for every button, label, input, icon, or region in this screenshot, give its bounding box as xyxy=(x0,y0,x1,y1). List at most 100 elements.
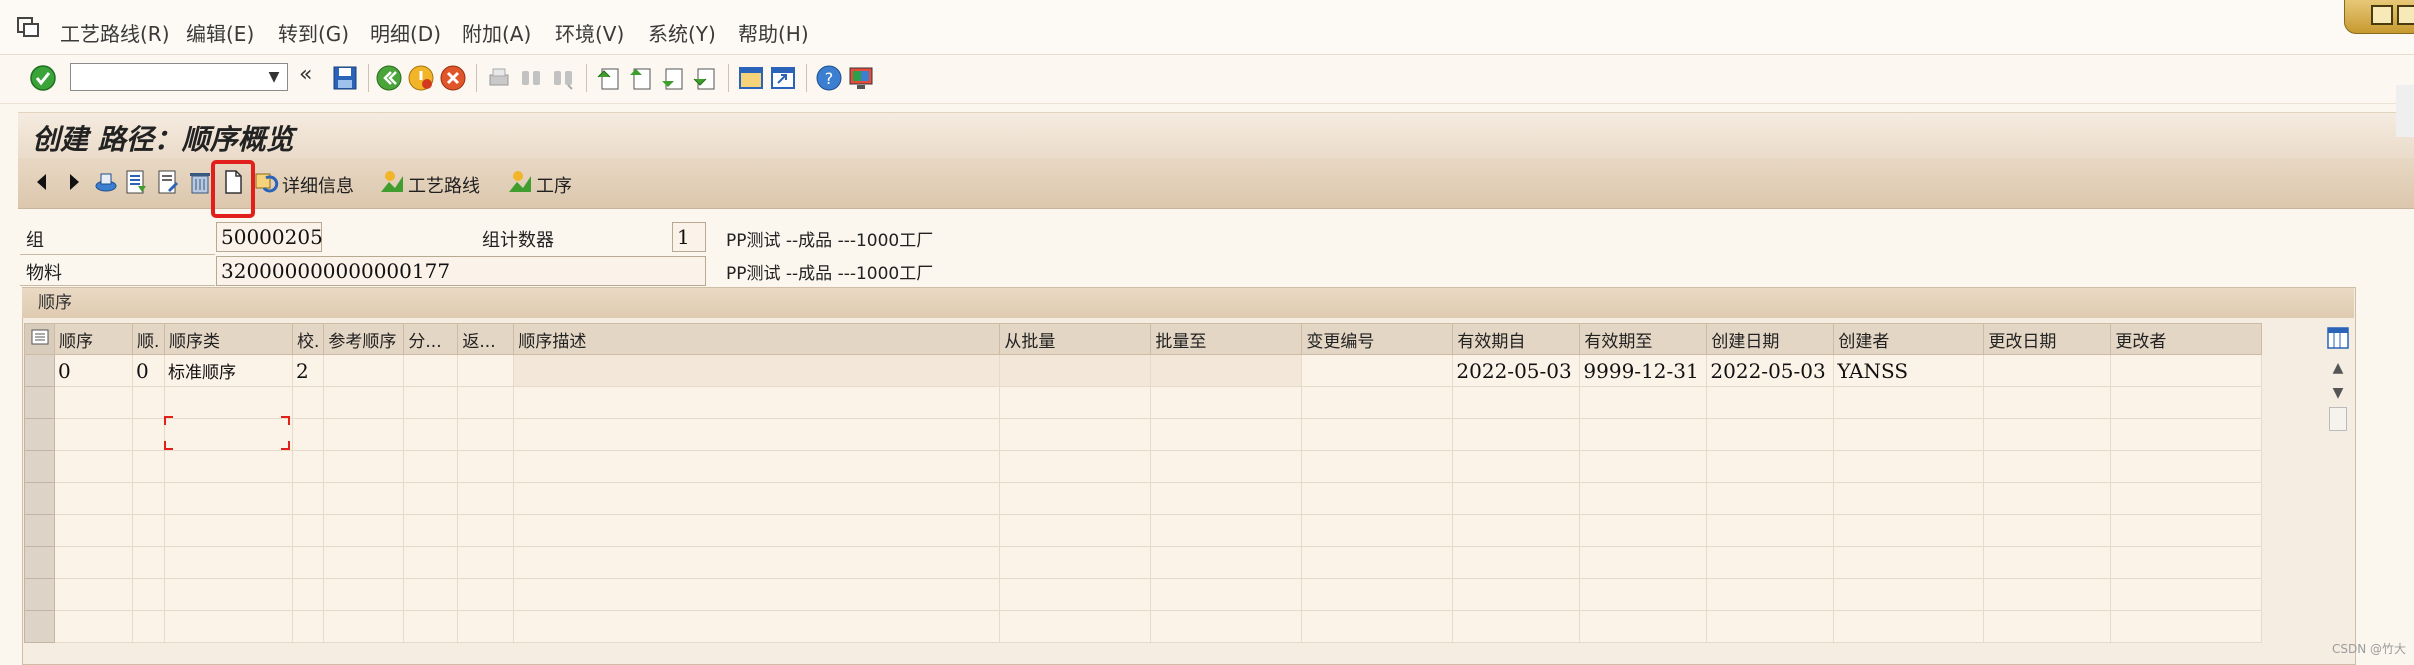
column-header[interactable]: 创建者 xyxy=(1833,323,1985,355)
table-cell[interactable] xyxy=(513,610,1001,643)
table-cell[interactable]: 2022-05-03 xyxy=(1706,354,1835,387)
row-selector[interactable] xyxy=(24,578,55,611)
table-cell[interactable] xyxy=(1983,482,2112,515)
table-cell[interactable] xyxy=(323,354,405,387)
menu-edit[interactable]: 编辑(E) xyxy=(186,18,254,47)
scrollbar-thumb[interactable] xyxy=(2329,407,2347,431)
table-cell[interactable] xyxy=(403,514,459,547)
table-cell[interactable] xyxy=(403,418,459,451)
table-cell[interactable] xyxy=(513,386,1001,419)
table-cell[interactable] xyxy=(1301,610,1454,643)
overview-icon[interactable] xyxy=(92,168,120,196)
table-cell[interactable] xyxy=(1833,514,1985,547)
table-cell[interactable] xyxy=(1452,418,1581,451)
next-page-icon[interactable] xyxy=(658,63,688,93)
table-cell[interactable] xyxy=(291,450,325,483)
new-session-icon[interactable] xyxy=(736,63,766,93)
scroll-up-button[interactable]: ▲ xyxy=(2326,360,2350,380)
table-cell[interactable] xyxy=(403,578,459,611)
table-cell[interactable] xyxy=(1150,354,1303,387)
window-control-button[interactable] xyxy=(2344,0,2414,34)
table-cell[interactable]: 0 xyxy=(132,354,165,387)
table-cell[interactable] xyxy=(1706,482,1835,515)
row-selector[interactable] xyxy=(24,450,55,483)
table-cell[interactable] xyxy=(1706,450,1835,483)
table-cell[interactable] xyxy=(1150,578,1303,611)
table-cell[interactable] xyxy=(323,482,405,515)
group-counter-field[interactable]: 1 xyxy=(672,222,706,252)
column-header[interactable]: 变更编号 xyxy=(1301,323,1454,355)
table-cell[interactable] xyxy=(999,450,1152,483)
table-cell[interactable] xyxy=(999,482,1152,515)
table-cell[interactable] xyxy=(291,418,325,451)
table-cell[interactable] xyxy=(54,610,133,643)
table-cell[interactable] xyxy=(1452,482,1581,515)
table-cell[interactable] xyxy=(291,610,325,643)
table-cell[interactable] xyxy=(457,578,515,611)
table-cell[interactable] xyxy=(132,578,165,611)
table-cell[interactable] xyxy=(1706,610,1835,643)
table-cell[interactable] xyxy=(291,578,325,611)
row-selector[interactable] xyxy=(24,418,55,451)
scroll-down-button[interactable]: ▼ xyxy=(2326,385,2350,405)
table-cell[interactable] xyxy=(54,546,133,579)
table-cell[interactable] xyxy=(132,450,165,483)
table-cell[interactable] xyxy=(323,514,405,547)
table-cell[interactable] xyxy=(291,386,325,419)
table-cell[interactable] xyxy=(1150,450,1303,483)
table-cell[interactable] xyxy=(457,482,515,515)
table-cell[interactable] xyxy=(323,610,405,643)
table-cell[interactable] xyxy=(1983,354,2112,387)
table-cell[interactable] xyxy=(1301,354,1454,387)
table-cell[interactable] xyxy=(1706,418,1835,451)
table-cell[interactable] xyxy=(999,418,1152,451)
table-cell[interactable] xyxy=(403,546,459,579)
table-cell[interactable] xyxy=(1150,482,1303,515)
group-field[interactable]: 50000205 xyxy=(216,222,323,252)
column-header[interactable]: 分... xyxy=(403,323,459,355)
table-cell[interactable] xyxy=(1301,482,1454,515)
menu-details[interactable]: 明细(D) xyxy=(370,18,441,47)
table-cell[interactable] xyxy=(323,450,405,483)
choose-icon[interactable] xyxy=(122,168,150,196)
table-cell[interactable] xyxy=(54,514,133,547)
row-selector[interactable] xyxy=(24,610,55,643)
table-cell[interactable] xyxy=(2110,578,2263,611)
table-cell[interactable] xyxy=(1150,386,1303,419)
table-cell[interactable] xyxy=(1983,610,2112,643)
table-cell[interactable] xyxy=(513,482,1001,515)
table-cell[interactable] xyxy=(1301,546,1454,579)
table-cell[interactable] xyxy=(132,418,165,451)
table-cell[interactable] xyxy=(164,610,293,643)
table-cell[interactable] xyxy=(1452,514,1581,547)
table-cell[interactable] xyxy=(1579,578,1708,611)
row-selector[interactable] xyxy=(24,386,55,419)
table-cell[interactable] xyxy=(1452,610,1581,643)
table-cell[interactable] xyxy=(1452,546,1581,579)
table-cell[interactable] xyxy=(1706,386,1835,419)
table-cell[interactable] xyxy=(54,386,133,419)
table-cell[interactable] xyxy=(1301,418,1454,451)
table-cell[interactable] xyxy=(1579,386,1708,419)
table-cell[interactable] xyxy=(323,546,405,579)
table-cell[interactable] xyxy=(291,514,325,547)
table-cell[interactable] xyxy=(164,514,293,547)
table-cell[interactable] xyxy=(457,418,515,451)
row-selector[interactable] xyxy=(24,354,55,387)
table-cell[interactable] xyxy=(1452,578,1581,611)
table-cell[interactable] xyxy=(2110,418,2263,451)
table-cell[interactable] xyxy=(513,418,1001,451)
table-cell[interactable] xyxy=(999,610,1152,643)
table-cell[interactable] xyxy=(1983,546,2112,579)
menu-system[interactable]: 系统(Y) xyxy=(648,18,716,47)
back-icon[interactable] xyxy=(374,63,404,93)
table-cell[interactable] xyxy=(164,482,293,515)
table-cell[interactable] xyxy=(1150,546,1303,579)
select-all-icon[interactable] xyxy=(24,323,55,355)
last-page-icon[interactable] xyxy=(690,63,720,93)
table-cell[interactable]: 2 xyxy=(291,354,325,387)
table-cell[interactable] xyxy=(54,578,133,611)
table-cell[interactable] xyxy=(323,386,405,419)
table-cell[interactable] xyxy=(1579,450,1708,483)
row-selector[interactable] xyxy=(24,514,55,547)
